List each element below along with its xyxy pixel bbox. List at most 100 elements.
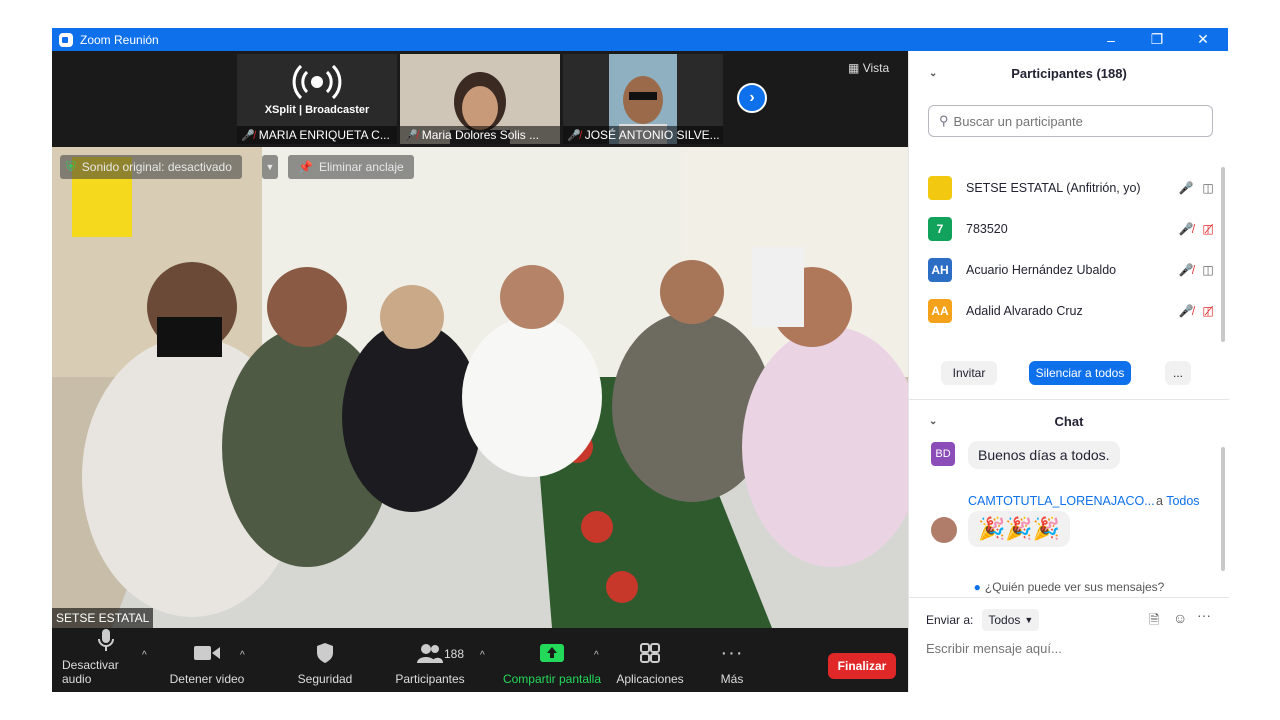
main-video: ⛨ Sonido original: desactivado ▼ 📌 Elimi… (52, 147, 908, 628)
send-to-label: Enviar a: (926, 613, 974, 627)
stop-video-button[interactable]: Detener video (166, 628, 248, 692)
participant-row[interactable]: AH Acuario Hernández Ubaldo 🎤̸ ◫ (909, 249, 1219, 290)
video-off-icon[interactable]: ◫̸ (1197, 222, 1219, 236)
mic-muted-icon[interactable]: 🎤̸ (1175, 222, 1197, 236)
send-to-value: Todos (988, 613, 1021, 627)
mute-audio-button[interactable]: Desactivar audio (62, 628, 150, 692)
chat-input-area (926, 641, 1206, 656)
send-to-dropdown[interactable]: Todos ▼ (982, 609, 1040, 631)
original-sound-dropdown[interactable]: ▼ (262, 155, 278, 179)
chevron-down-icon[interactable]: ⌄ (929, 416, 937, 427)
divider (909, 597, 1229, 598)
emoji-icon[interactable]: ☺ (1173, 610, 1187, 626)
restore-button[interactable]: ❐ (1134, 28, 1180, 51)
end-meeting-button[interactable]: Finalizar (828, 653, 896, 679)
video-camera-icon[interactable]: ◫ (1197, 263, 1219, 277)
participant-row[interactable]: AA Adalid Alvarado Cruz 🎤̸ ◫̸ (909, 290, 1219, 331)
next-page-button[interactable]: › (737, 83, 767, 113)
chevron-down-icon: ▼ (265, 162, 275, 172)
participant-row[interactable]: 7 783520 🎤̸ ◫̸ (909, 208, 1219, 249)
original-sound-indicator[interactable]: ⛨ Sonido original: desactivado (60, 155, 242, 179)
mic-muted-icon: 🎤̸ (241, 129, 255, 142)
security-button[interactable]: Seguridad (290, 628, 360, 692)
thumbnail-tile[interactable]: 🎤̸ JOSÉ ANTONIO SILVE... (563, 54, 723, 144)
zoom-window: Zoom Reunión – ❐ ✕ XSplit | Broadcaster … (52, 28, 1229, 692)
audio-options-caret-icon[interactable]: ^ (142, 650, 147, 661)
participant-avatar: 7 (928, 216, 952, 241)
apps-button[interactable]: Aplicaciones (614, 628, 686, 692)
more-dots-icon: ··· (720, 641, 744, 664)
close-button[interactable]: ✕ (1180, 28, 1226, 51)
participants-icon (417, 640, 443, 666)
participants-scrollbar[interactable] (1221, 167, 1225, 342)
participants-more-button[interactable]: ... (1165, 361, 1191, 385)
participant-name: Adalid Alvarado Cruz (966, 303, 1083, 318)
participant-avatar: AA (928, 298, 952, 323)
share-screen-label: Compartir pantalla (502, 672, 602, 686)
share-options-caret-icon[interactable]: ^ (594, 650, 599, 661)
who-can-see-label: ¿Quién puede ver sus mensajes? (984, 580, 1165, 594)
chat-sender[interactable]: CAMTOTUTLA_LORENAJACO... (968, 494, 1155, 508)
participants-options-caret-icon[interactable]: ^ (480, 650, 485, 661)
share-screen-button[interactable]: Compartir pantalla (500, 628, 604, 692)
self-name-label: SETSE ESTATAL (52, 608, 154, 628)
participant-search-input[interactable] (953, 113, 1194, 129)
participant-avatar: AH (928, 257, 952, 282)
chat-recipient: a Todos (1156, 494, 1200, 508)
mute-all-button[interactable]: Silenciar a todos (1029, 361, 1131, 385)
chat-recipient-prefix: a (1156, 494, 1163, 508)
participant-search[interactable]: ⚲ (928, 105, 1213, 137)
stop-video-label: Detener video (169, 672, 245, 686)
meeting-room-scene (52, 147, 908, 628)
person-icon: ● (973, 580, 981, 594)
unpin-button[interactable]: 📌 Eliminar anclaje (288, 155, 414, 179)
more-options-icon[interactable]: ··· (1197, 607, 1211, 623)
unpin-label: Eliminar anclaje (318, 160, 404, 174)
thumbnail-name-text: MARIA ENRIQUETA C... (258, 128, 390, 142)
apps-icon (640, 640, 660, 666)
participant-row[interactable]: SETSE ESTATAL (Anfitrión, yo) 🎤 ◫ (909, 167, 1219, 208)
title-bar: Zoom Reunión – ❐ ✕ (52, 28, 1228, 51)
participants-title: Participantes (188) (1011, 65, 1127, 81)
video-options-caret-icon[interactable]: ^ (240, 650, 245, 661)
more-label: Más (720, 672, 744, 686)
more-button[interactable]: ··· Más (712, 628, 752, 692)
pin-icon: 📌 (298, 160, 313, 174)
xsplit-logo-text: XSplit | Broadcaster (264, 104, 370, 116)
chevron-down-icon: ▼ (1024, 615, 1034, 625)
mic-muted-icon[interactable]: 🎤̸ (1175, 263, 1197, 277)
chevron-down-icon[interactable]: ⌄ (929, 68, 937, 79)
video-off-icon[interactable]: ◫̸ (1197, 304, 1219, 318)
grid-icon: ▦ (848, 61, 860, 75)
video-camera-icon (194, 640, 220, 666)
who-can-see-link[interactable]: ● ¿Quién puede ver sus mensajes? (909, 577, 1229, 597)
minimize-button[interactable]: – (1088, 28, 1134, 51)
meeting-toolbar: Desactivar audio ^ Detener video ^ Segur… (52, 628, 908, 692)
thumbnail-name-text: Maria Dolores Solis ... (421, 128, 540, 142)
divider (909, 399, 1229, 400)
file-icon[interactable]: 🗎 (1149, 611, 1159, 633)
thumbnail-name: 🎤̸ MARIA ENRIQUETA C... (237, 126, 397, 144)
video-stage: XSplit | Broadcaster 🎤̸ MARIA ENRIQUETA C… (52, 51, 908, 628)
chat-scrollbar[interactable] (1221, 447, 1225, 571)
chat-message: 🎉🎉🎉 (968, 511, 1071, 547)
shield-check-icon: ⛨ (66, 159, 76, 174)
invite-button[interactable]: Invitar (941, 361, 997, 385)
view-button[interactable]: ▦ Vista (848, 61, 889, 75)
thumbnail-tile[interactable]: 🎤̸ Maria Dolores Solis ... (400, 54, 560, 144)
participants-header: ⌄ Participantes (188) (909, 55, 1229, 91)
zoom-app-icon (59, 32, 73, 47)
video-camera-icon[interactable]: ◫ (1197, 181, 1219, 195)
chevron-right-icon: › (749, 89, 755, 106)
microphone-icon[interactable]: 🎤 (1175, 181, 1197, 195)
thumbnail-strip: XSplit | Broadcaster 🎤̸ MARIA ENRIQUETA C… (52, 51, 908, 147)
chat-header: ⌄ Chat (909, 403, 1229, 439)
shield-icon (315, 640, 335, 666)
share-screen-icon (540, 640, 564, 666)
mic-muted-icon[interactable]: 🎤̸ (1175, 304, 1197, 318)
chat-input[interactable] (926, 641, 1206, 656)
chat-recipient-name[interactable]: Todos (1166, 494, 1199, 508)
participant-name: Acuario Hernández Ubaldo (966, 262, 1117, 277)
thumbnail-tile[interactable]: XSplit | Broadcaster 🎤̸ MARIA ENRIQUETA C… (237, 54, 397, 144)
participant-name: 783520 (966, 221, 1008, 236)
